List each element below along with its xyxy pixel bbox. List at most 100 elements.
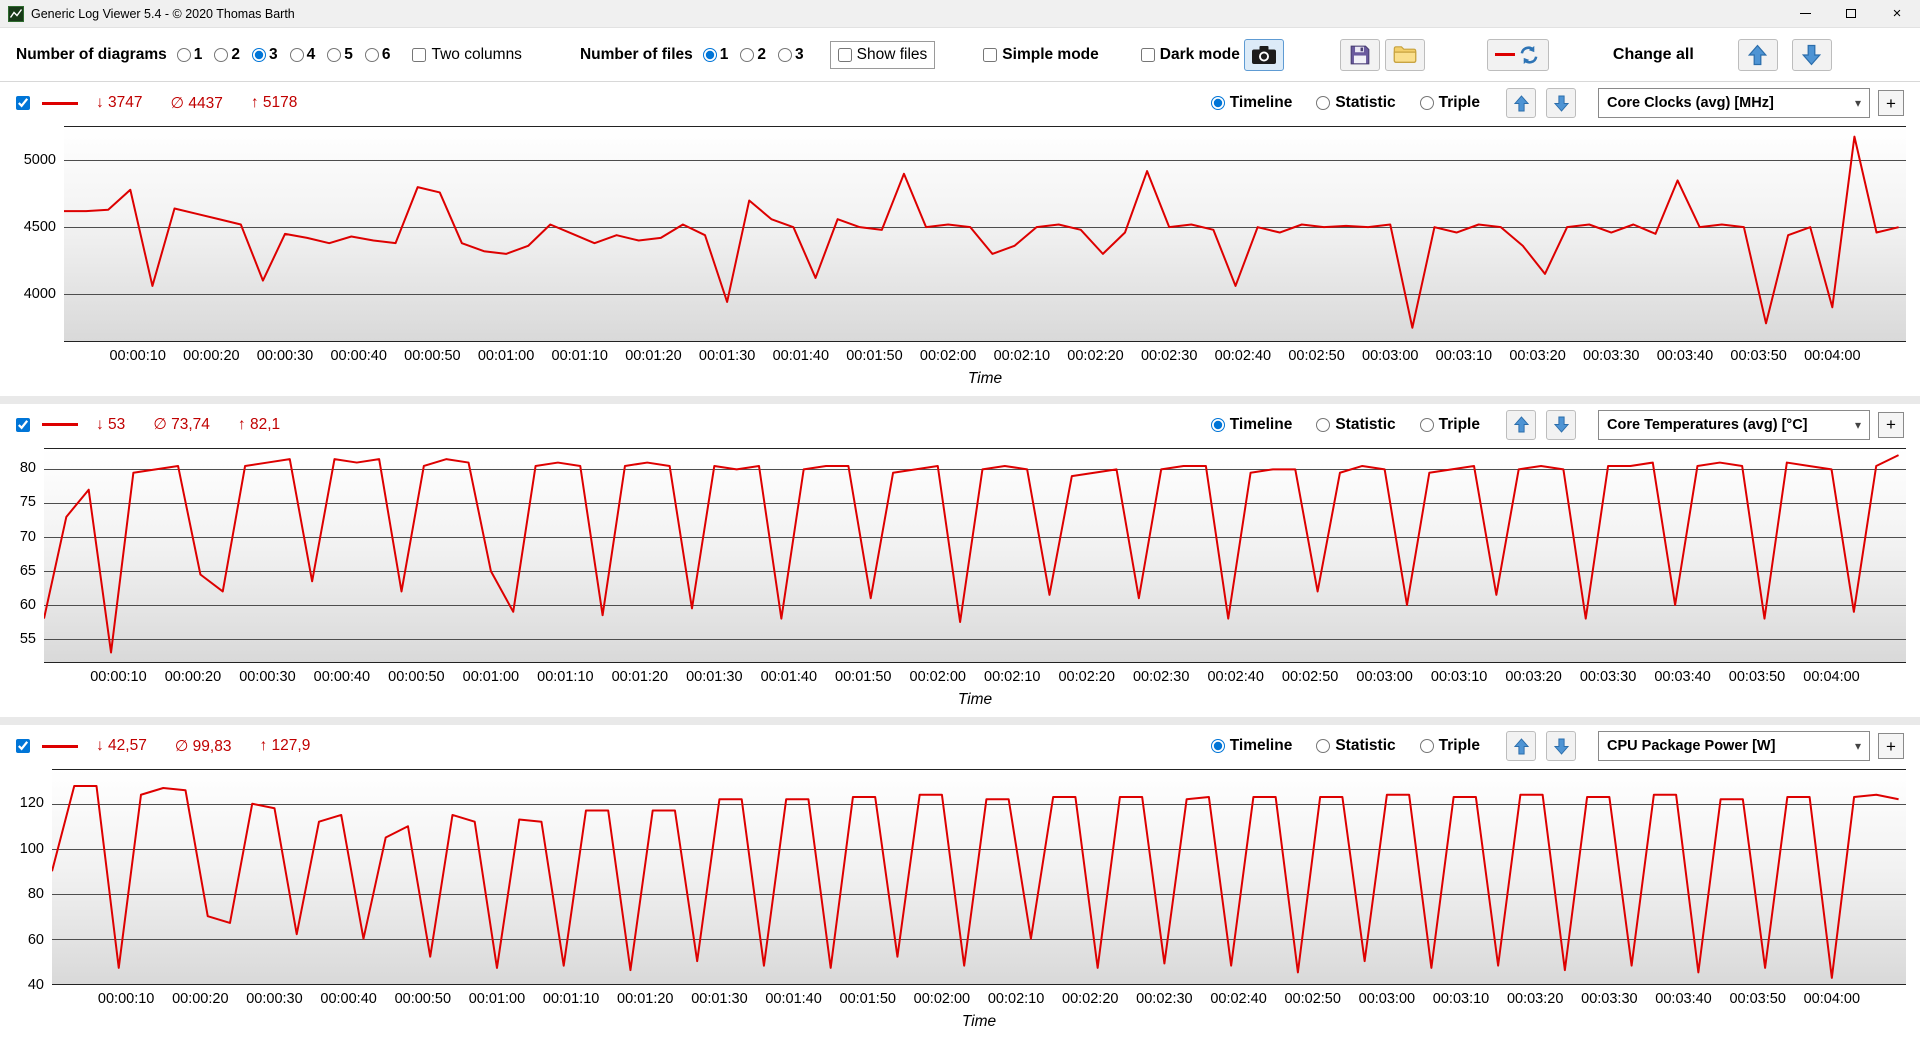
- change-all-up-button[interactable]: [1737, 38, 1778, 71]
- view-timeline-radio[interactable]: [1210, 739, 1225, 754]
- y-axis: 55 60 65 70 75 80: [0, 448, 44, 664]
- view-triple-radio[interactable]: [1419, 739, 1434, 754]
- y-tick-label: 120: [19, 795, 44, 812]
- x-tick-label: 00:01:00: [468, 991, 526, 1008]
- x-tick-label: 00:03:50: [1730, 347, 1787, 364]
- x-tick-label: 00:01:50: [835, 669, 892, 686]
- metric-down-button[interactable]: [1546, 731, 1576, 762]
- show-files-checkbox-option[interactable]: Show files: [829, 40, 936, 69]
- file-count-radio-3[interactable]: [778, 47, 793, 62]
- x-tick-label: 00:00:30: [256, 347, 314, 364]
- diagram-count-radio-6[interactable]: [364, 47, 379, 62]
- metric-select[interactable]: Core Temperatures (avg) [°C] ▾: [1598, 409, 1870, 440]
- x-tick-label: 00:01:50: [846, 347, 903, 364]
- dark-mode-checkbox-option[interactable]: Dark mode: [1140, 46, 1240, 64]
- view-statistic-option[interactable]: Statistic: [1316, 737, 1396, 755]
- file-count-option-3[interactable]: 3: [778, 46, 804, 64]
- metric-down-button[interactable]: [1546, 409, 1576, 440]
- two-columns-checkbox-option[interactable]: Two columns: [412, 46, 522, 64]
- two-columns-checkbox[interactable]: [412, 47, 427, 62]
- x-tick-label: 00:03:20: [1505, 669, 1562, 686]
- number-of-files-label: Number of files: [579, 45, 693, 63]
- file-count-radio-2[interactable]: [740, 47, 755, 62]
- up-arrow-icon: [1513, 416, 1529, 433]
- metric-select[interactable]: Core Clocks (avg) [MHz] ▾: [1598, 88, 1870, 118]
- open-file-button[interactable]: [1384, 38, 1425, 71]
- metric-select-value: CPU Package Power [W]: [1607, 738, 1776, 755]
- file-count-option-1[interactable]: 1: [702, 46, 728, 64]
- view-statistic-label: Statistic: [1335, 94, 1396, 111]
- dark-mode-checkbox[interactable]: [1140, 47, 1155, 62]
- view-timeline-option[interactable]: Timeline: [1210, 94, 1292, 112]
- diagram-count-radio-2[interactable]: [214, 47, 229, 62]
- x-tick-label: 00:03:50: [1729, 991, 1786, 1008]
- x-tick-label: 00:04:00: [1803, 669, 1860, 686]
- view-triple-option[interactable]: Triple: [1419, 737, 1480, 755]
- diagram-count-option-6[interactable]: 6: [364, 46, 390, 64]
- screenshot-button[interactable]: [1243, 38, 1284, 71]
- diagram-count-option-3[interactable]: 3: [251, 45, 278, 64]
- view-statistic-radio[interactable]: [1316, 739, 1331, 754]
- add-metric-button[interactable]: +: [1878, 90, 1904, 116]
- diagram-count-option-4[interactable]: 4: [289, 46, 315, 64]
- diagram-count-group: 1 2 3 4 5 6: [176, 45, 399, 64]
- view-timeline-option[interactable]: Timeline: [1210, 737, 1293, 755]
- view-triple-option[interactable]: Triple: [1419, 416, 1480, 434]
- view-timeline-radio[interactable]: [1210, 96, 1225, 110]
- metric-down-button[interactable]: [1546, 88, 1576, 118]
- show-files-checkbox[interactable]: [837, 47, 852, 62]
- metric-up-button[interactable]: [1506, 731, 1536, 762]
- diagram-count-radio-4[interactable]: [289, 47, 304, 62]
- file-count-option-2[interactable]: 2: [740, 46, 766, 64]
- metric-up-button[interactable]: [1506, 88, 1536, 118]
- view-statistic-radio[interactable]: [1316, 96, 1331, 110]
- diagram-count-option-2[interactable]: 2: [214, 46, 240, 64]
- view-triple-radio[interactable]: [1419, 96, 1434, 110]
- file-count-radio-1[interactable]: [702, 47, 717, 62]
- view-timeline-label: Timeline: [1229, 737, 1293, 755]
- x-tick-label: 00:03:30: [1579, 669, 1637, 686]
- minimize-button[interactable]: [1782, 0, 1828, 27]
- view-statistic-option[interactable]: Statistic: [1316, 94, 1396, 112]
- metric-select[interactable]: CPU Package Power [W] ▾: [1598, 731, 1870, 762]
- x-tick-label: 00:02:10: [993, 347, 1051, 364]
- maximize-icon: [1846, 9, 1856, 18]
- series-enabled-checkbox[interactable]: [16, 417, 30, 432]
- diagram-count-label-3: 3: [268, 45, 278, 63]
- metric-up-button[interactable]: [1506, 409, 1536, 440]
- x-tick-label: 00:02:40: [1207, 669, 1264, 686]
- x-axis: 00:00:10 00:00:20 00:00:30 00:00:40 00:00:50…: [44, 663, 1906, 689]
- x-tick-label: 00:00:10: [109, 347, 166, 364]
- title-bar: Generic Log Viewer 5.4 - © 2020 Thomas B…: [0, 0, 1920, 28]
- diagram-count-option-5[interactable]: 5: [327, 46, 353, 64]
- series-enabled-checkbox[interactable]: [16, 96, 30, 110]
- view-triple-radio[interactable]: [1419, 417, 1434, 432]
- maximize-button[interactable]: [1828, 0, 1874, 27]
- save-button[interactable]: [1339, 38, 1380, 71]
- close-button[interactable]: ×: [1874, 0, 1920, 27]
- change-all-label: Change all: [1612, 45, 1694, 63]
- view-triple-option[interactable]: Triple: [1419, 94, 1480, 112]
- reload-series-button[interactable]: [1486, 38, 1549, 71]
- plot-area: [44, 447, 1906, 664]
- view-mode-group: Timeline Statistic Triple: [1210, 94, 1480, 112]
- diagram-count-option-1[interactable]: 1: [176, 46, 202, 64]
- simple-mode-checkbox-option[interactable]: Simple mode: [983, 46, 1099, 64]
- change-all-down-button[interactable]: [1791, 38, 1832, 71]
- simple-mode-checkbox[interactable]: [983, 47, 998, 62]
- add-metric-button[interactable]: +: [1878, 411, 1904, 438]
- view-timeline-radio[interactable]: [1210, 417, 1225, 432]
- diagram-count-radio-5[interactable]: [327, 47, 342, 62]
- series-enabled-checkbox[interactable]: [16, 739, 30, 754]
- diagram-count-radio-1[interactable]: [176, 47, 191, 62]
- view-statistic-option[interactable]: Statistic: [1316, 416, 1396, 434]
- y-tick-label: 75: [19, 494, 36, 511]
- diagram-count-radio-3[interactable]: [251, 47, 266, 62]
- x-tick-label: 00:02:50: [1288, 347, 1345, 364]
- diagram-panel-1: ↓ 3747 ∅ 4437 ↑ 5178 Timeline Statistic …: [0, 82, 1920, 396]
- view-timeline-option[interactable]: Timeline: [1210, 416, 1292, 434]
- open-folder-icon: [1393, 46, 1417, 63]
- down-arrow-icon: [1802, 44, 1822, 65]
- add-metric-button[interactable]: +: [1878, 733, 1904, 760]
- view-statistic-radio[interactable]: [1316, 417, 1331, 432]
